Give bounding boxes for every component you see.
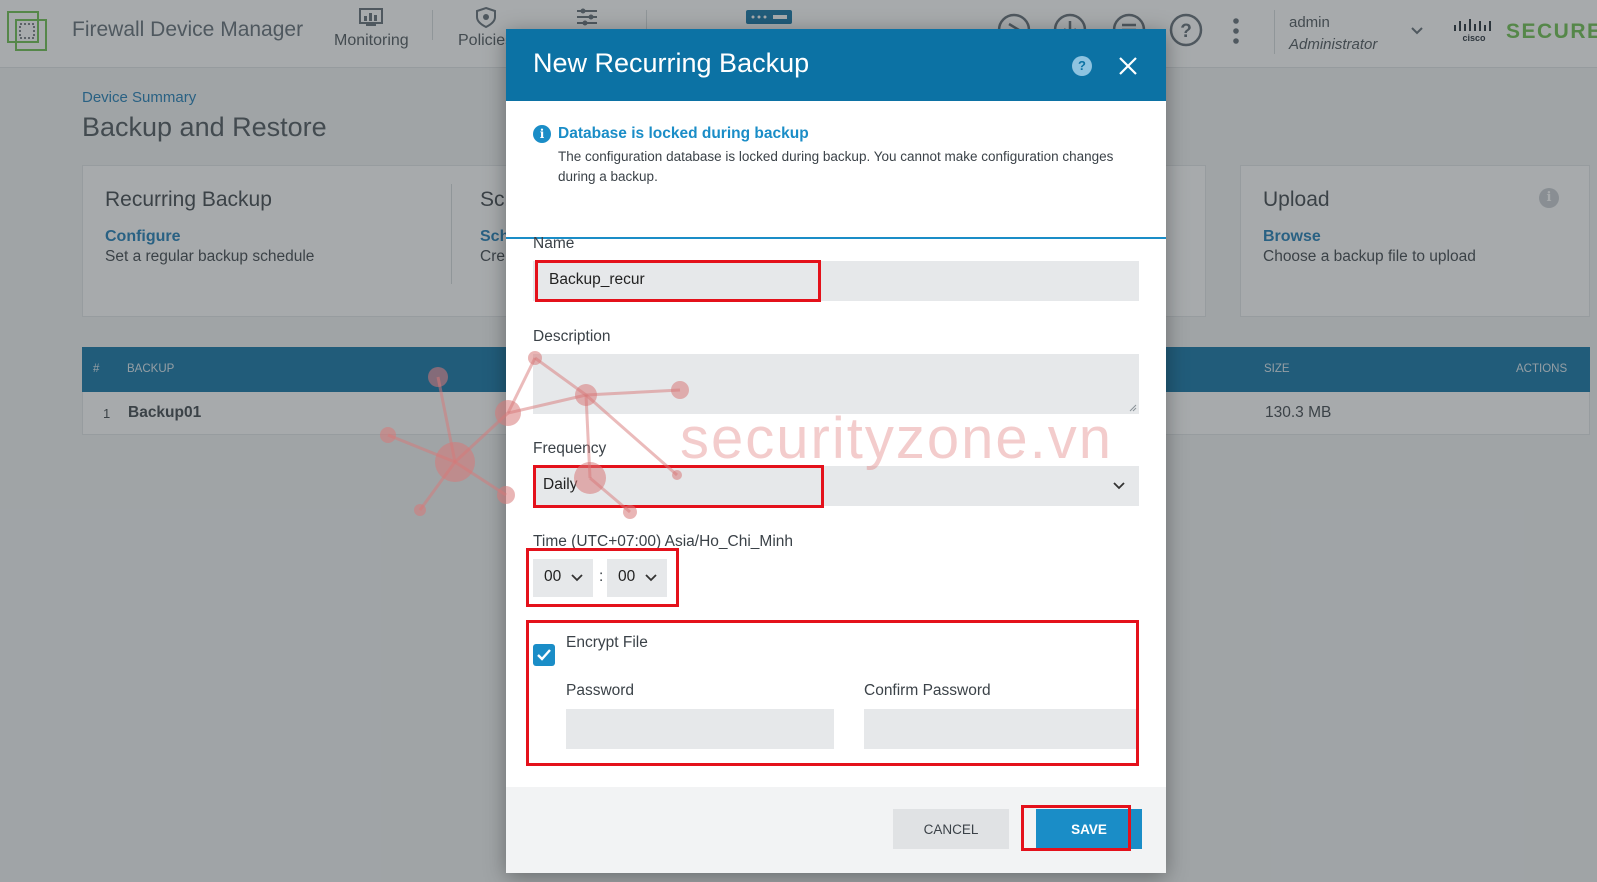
name-label: Name xyxy=(533,235,575,252)
description-textarea[interactable] xyxy=(533,354,1139,414)
info-icon: i xyxy=(533,125,551,143)
question-icon[interactable]: ? xyxy=(1072,56,1092,76)
highlight-box xyxy=(533,465,824,508)
dialog-header: New Recurring Backup ? xyxy=(506,29,1166,101)
alert-text: The configuration database is locked dur… xyxy=(558,149,1114,184)
resize-handle-icon[interactable] xyxy=(1129,404,1137,412)
cancel-button[interactable]: CANCEL xyxy=(893,809,1009,849)
highlight-box xyxy=(526,548,679,607)
info-alert: i Database is locked during backup The c… xyxy=(506,101,1166,239)
highlight-box xyxy=(526,620,1139,766)
new-recurring-backup-dialog: New Recurring Backup ? i Database is loc… xyxy=(506,29,1166,873)
highlight-box xyxy=(535,260,821,302)
frequency-label: Frequency xyxy=(533,440,607,457)
dialog-title: New Recurring Backup xyxy=(533,48,810,78)
chevron-down-icon xyxy=(1113,482,1125,490)
dialog-footer: CANCEL SAVE xyxy=(506,787,1166,873)
description-label: Description xyxy=(533,328,611,345)
highlight-box xyxy=(1021,805,1131,851)
alert-title: Database is locked during backup xyxy=(558,125,809,142)
close-icon[interactable] xyxy=(1117,55,1139,77)
